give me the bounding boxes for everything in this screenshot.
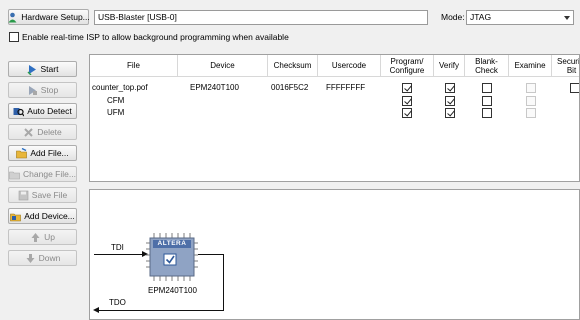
realtime-isp-checkbox[interactable] (9, 32, 19, 42)
examine-checkbox (526, 82, 536, 93)
mode-value: JTAG (470, 12, 492, 22)
add-device-icon (10, 211, 22, 222)
verify-checkbox[interactable] (445, 82, 455, 93)
hardware-field[interactable]: USB-Blaster [USB-0] (94, 10, 428, 25)
cell-file: CFM (107, 96, 125, 105)
save-file-label: Save File (31, 190, 68, 200)
column-header-blank-check[interactable]: Blank- Check (465, 55, 509, 77)
column-header-verify[interactable]: Verify (434, 55, 465, 77)
column-header-checksum[interactable]: Checksum (268, 55, 318, 77)
add-file-label: Add File... (30, 148, 69, 158)
start-label: Start (40, 64, 59, 74)
blank-check-checkbox[interactable] (482, 107, 492, 118)
mode-label: Mode: (441, 12, 465, 22)
column-header-file[interactable]: File (90, 55, 178, 77)
program-configure-checkbox[interactable] (402, 82, 412, 93)
auto-detect-button[interactable]: Auto Detect (8, 103, 77, 119)
tdo-label: TDO (109, 298, 126, 307)
table-row[interactable]: UFM (90, 107, 579, 119)
down-label: Down (38, 253, 61, 263)
up-icon (30, 232, 41, 243)
cell-usercode: FFFFFFFF (326, 83, 366, 92)
save-file-icon (18, 190, 29, 201)
table-row[interactable]: counter_top.pof EPM240T100 0016F5C2 FFFFFFF… (90, 82, 579, 94)
cell-device: EPM240T100 (190, 83, 239, 92)
cell-file: counter_top.pof (92, 83, 148, 92)
stop-icon (27, 85, 38, 96)
delete-button[interactable]: Delete (8, 124, 77, 140)
realtime-isp-label: Enable real-time ISP to allow background… (22, 32, 289, 42)
auto-detect-label: Auto Detect (27, 106, 72, 116)
program-configure-checkbox[interactable] (402, 107, 412, 118)
device-name-label: EPM240T100 (148, 286, 197, 295)
add-file-icon (16, 147, 28, 159)
examine-checkbox (526, 107, 536, 118)
cell-file: UFM (107, 108, 125, 117)
mode-select[interactable]: JTAG (466, 10, 574, 25)
change-file-button[interactable]: Change File... (8, 166, 77, 182)
tdo-wire-down (223, 254, 224, 311)
add-file-button[interactable]: Add File... (8, 145, 77, 161)
auto-detect-icon (13, 106, 25, 117)
hardware-value: USB-Blaster [USB-0] (98, 12, 177, 22)
table-row[interactable]: CFM (90, 95, 579, 107)
jtag-chain-panel: TDI ALTERA EPM240T100 TDO (89, 189, 580, 320)
down-icon (25, 253, 36, 264)
up-button[interactable]: Up (8, 229, 77, 245)
cell-checksum: 0016F5C2 (271, 83, 309, 92)
tdo-arrow-icon (93, 307, 99, 313)
verify-checkbox[interactable] (445, 107, 455, 118)
device-chip[interactable]: ALTERA (146, 233, 198, 281)
up-label: Up (44, 232, 55, 242)
hardware-setup-button[interactable]: Hardware Setup... (7, 9, 90, 25)
security-bit-checkbox[interactable] (570, 82, 579, 93)
hardware-setup-label: Hardware Setup... (21, 12, 90, 22)
change-file-label: Change File... (23, 169, 76, 179)
column-header-program-configure[interactable]: Program/ Configure (381, 55, 434, 77)
tdi-label: TDI (111, 243, 124, 252)
chip-logo: ALTERA (157, 240, 187, 247)
column-header-examine[interactable]: Examine (509, 55, 552, 77)
program-configure-checkbox[interactable] (402, 95, 412, 106)
start-icon (27, 64, 38, 75)
column-header-usercode[interactable]: Usercode (318, 55, 381, 77)
stop-button[interactable]: Stop (8, 82, 77, 98)
examine-checkbox (526, 95, 536, 106)
save-file-button[interactable]: Save File (8, 187, 77, 203)
blank-check-checkbox[interactable] (482, 95, 492, 106)
delete-label: Delete (37, 127, 62, 137)
blank-check-checkbox[interactable] (482, 82, 492, 93)
stop-label: Stop (40, 85, 59, 95)
start-button[interactable]: Start (8, 61, 77, 77)
tdo-wire-bottom (98, 310, 224, 311)
delete-icon (23, 127, 34, 138)
tdo-wire-right (198, 254, 224, 255)
file-table-panel: File Device Checksum Usercode Program/ Confi… (89, 54, 580, 182)
add-device-button[interactable]: Add Device... (8, 208, 77, 224)
add-device-label: Add Device... (24, 211, 75, 221)
change-file-icon (9, 169, 20, 180)
column-header-device[interactable]: Device (178, 55, 268, 77)
verify-checkbox[interactable] (445, 95, 455, 106)
chevron-down-icon (561, 11, 573, 24)
column-header-security-bit[interactable]: Security Bit (552, 55, 579, 77)
tdi-wire (94, 254, 146, 255)
down-button[interactable]: Down (8, 250, 77, 266)
hardware-setup-icon (7, 12, 18, 23)
